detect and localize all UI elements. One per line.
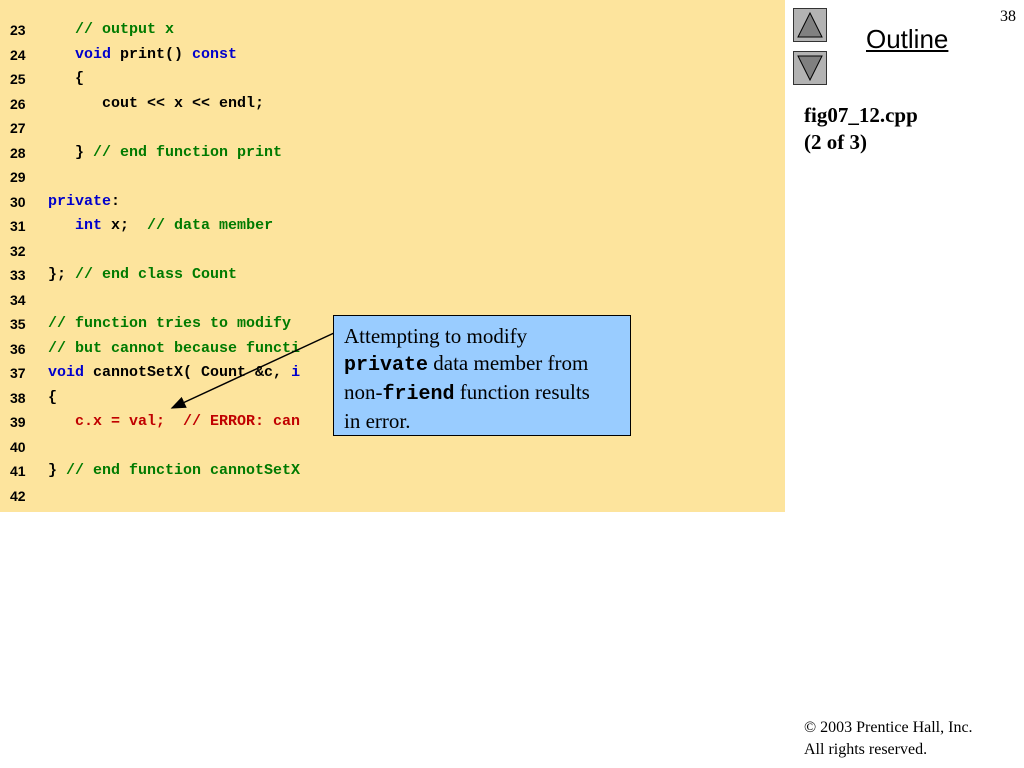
code-line: 42 [0, 484, 785, 509]
line-number: 41 [10, 463, 26, 479]
code-token: : [111, 192, 121, 210]
code-text: { [48, 67, 84, 91]
line-number: 23 [10, 22, 26, 38]
copyright: © 2003 Prentice Hall, Inc. All rights re… [804, 717, 973, 761]
code-text: void print() const [48, 43, 237, 67]
code-token: { [48, 70, 85, 87]
slide-number: 38 [1000, 8, 1016, 25]
code-token: // data member [147, 217, 274, 234]
code-token: }; [48, 266, 76, 283]
code-text: } // end function print [48, 141, 282, 165]
code-text: // output x [48, 18, 174, 42]
line-number: 26 [10, 95, 26, 112]
file-part: (2 of 3) [804, 130, 867, 154]
code-token: c.x = val; // ERROR: can [48, 413, 301, 430]
code-text: // function tries to modify [48, 312, 291, 336]
code-line: 29 [0, 165, 785, 190]
code-token: } [48, 462, 67, 479]
code-line: 25 { [0, 67, 785, 92]
code-text: // but cannot because functi [48, 337, 300, 361]
line-number: 42 [10, 487, 26, 504]
line-number: 32 [10, 242, 26, 259]
code-text: int x; // data member [48, 214, 273, 238]
callout-line-3-rest: function results [454, 380, 590, 404]
line-number: 40 [10, 438, 26, 455]
file-info: fig07_12.cpp (2 of 3) [804, 102, 918, 156]
copyright-line-1: © 2003 Prentice Hall, Inc. [804, 719, 973, 736]
line-number: 33 [10, 267, 26, 283]
triangle-down-icon [797, 55, 823, 82]
error-callout: Attempting to modify private data member… [333, 315, 631, 436]
line-number: 24 [10, 46, 26, 63]
line-number: 31 [10, 218, 26, 234]
line-number: 38 [10, 389, 26, 406]
code-text: }; // end class Count [48, 263, 237, 287]
code-token: x; [102, 217, 148, 234]
code-token: // output x [48, 21, 175, 38]
code-token: // end class Count [75, 266, 238, 283]
code-line: 41} // end function cannotSetX [0, 459, 785, 484]
code-token: { [48, 388, 58, 406]
file-name: fig07_12.cpp [804, 103, 918, 127]
code-token: // end function print [93, 143, 283, 161]
triangle-up-icon [797, 11, 823, 38]
keyword-friend: friend [382, 383, 455, 406]
code-line: 33}; // end class Count [0, 263, 785, 288]
code-token: void [75, 45, 112, 63]
code-token: private [48, 192, 112, 210]
code-text: void cannotSetX( Count &c, i [48, 361, 300, 385]
code-token: // but cannot because functi [48, 339, 301, 357]
code-token: // function tries to modify [48, 315, 292, 332]
code-line: 31 int x; // data member [0, 214, 785, 239]
keyword-private: private [344, 354, 429, 377]
line-number: 25 [10, 71, 26, 87]
line-number: 34 [10, 291, 26, 308]
callout-line-1: Attempting to modify [344, 324, 528, 348]
code-text: } // end function cannotSetX [48, 459, 300, 483]
callout-line-2-rest: data member from [428, 351, 589, 375]
code-line: 40 [0, 435, 785, 460]
code-line: 27 [0, 116, 785, 141]
code-line: 26 cout << x << endl; [0, 92, 785, 117]
code-line: 24 void print() const [0, 43, 785, 68]
code-line: 30 private: [0, 190, 785, 215]
code-text: cout << x << endl; [48, 92, 264, 116]
code-line: 32 [0, 239, 785, 264]
code-token: int [75, 217, 103, 234]
line-number: 37 [10, 365, 26, 381]
previous-slide-button[interactable] [793, 8, 827, 42]
code-line: 23 // output x [0, 18, 785, 43]
code-token: print() [111, 45, 193, 63]
code-line: 34 [0, 288, 785, 313]
line-number: 39 [10, 414, 26, 430]
line-number: 28 [10, 144, 26, 161]
callout-line-3: non-friend function results [344, 379, 620, 408]
line-number: 27 [10, 120, 26, 136]
code-token: } [48, 143, 94, 161]
code-token: const [192, 45, 238, 63]
callout-line-4: in error. [344, 409, 411, 433]
next-slide-button[interactable] [793, 51, 827, 85]
line-number: 35 [10, 316, 26, 332]
code-token: void [48, 364, 85, 381]
line-number: 30 [10, 193, 26, 210]
outline-link[interactable]: Outline [866, 24, 948, 55]
callout-line-3-pre: non- [344, 380, 383, 404]
line-number: 29 [10, 169, 26, 185]
copyright-line-2: All rights reserved. [804, 741, 928, 758]
line-number: 36 [10, 340, 26, 357]
code-token: cannotSetX( Count &c, [84, 364, 292, 381]
code-text: { [48, 386, 57, 410]
code-text: private: [48, 190, 120, 214]
code-token: i [291, 364, 301, 381]
callout-line-2: private data member from [344, 350, 620, 379]
code-line: 28 } // end function print [0, 141, 785, 166]
code-token: cout << x << endl; [48, 94, 265, 112]
code-token: // end function cannotSetX [66, 462, 301, 479]
